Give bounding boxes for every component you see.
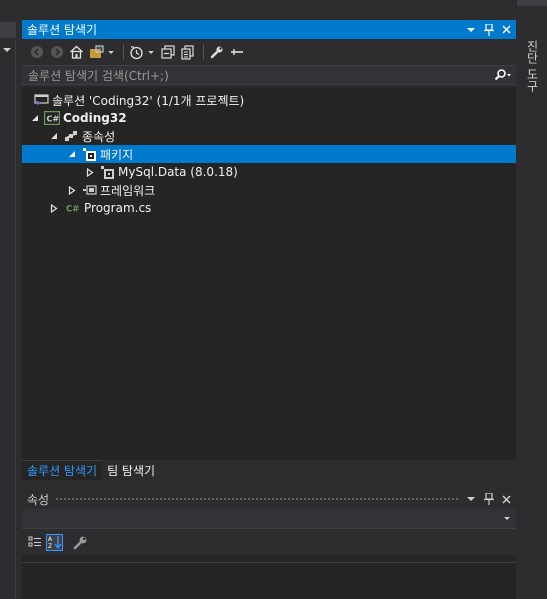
tab-team-explorer[interactable]: 팀 탐색기 <box>102 460 160 480</box>
editor-edge <box>0 0 16 599</box>
properties-panel: 속성 AZ <box>22 489 516 599</box>
object-selector-dropdown[interactable] <box>22 509 516 529</box>
alphabetical-sort-icon[interactable]: AZ <box>46 533 63 551</box>
properties-toolbar: AZ <box>22 529 516 555</box>
pin-icon[interactable] <box>482 492 496 506</box>
solution-tree: 솔루션 'Coding32' (1/1개 프로젝트) C# Coding32 종… <box>22 87 516 480</box>
expanded-triangle-icon[interactable] <box>30 113 40 123</box>
preview-selected-items-icon[interactable] <box>228 44 245 61</box>
svg-text:Z: Z <box>48 543 52 549</box>
home-icon[interactable] <box>68 44 85 61</box>
tree-item-label: 종속성 <box>82 129 116 144</box>
chevron-down-icon <box>3 48 11 52</box>
solution-explorer-titlebar: 솔루션 탐색기 <box>22 20 516 39</box>
chevron-down-icon[interactable] <box>148 50 154 54</box>
window-position-dropdown-icon[interactable] <box>467 497 475 501</box>
package-icon <box>81 146 97 162</box>
svg-text:A: A <box>48 536 53 543</box>
solution-explorer-panel: 솔루션 탐색기 솔루션 탐색기 검색(Ctrl+;) <box>22 20 516 85</box>
properties-wrench-icon[interactable] <box>208 44 225 61</box>
divider <box>15 40 16 599</box>
tab-solution-explorer[interactable]: 솔루션 탐색기 <box>22 460 103 480</box>
collapsed-triangle-icon[interactable] <box>85 167 95 177</box>
window-position-dropdown-icon[interactable] <box>467 27 475 32</box>
close-icon[interactable] <box>499 492 513 506</box>
diagnostic-tools-tab[interactable]: 진단 도구 <box>523 40 541 100</box>
properties-titlebar: 속성 <box>22 489 516 509</box>
titlebar-grip <box>55 496 459 502</box>
property-pages-wrench-icon[interactable] <box>72 534 89 551</box>
panel-title: 속성 <box>27 492 50 507</box>
csharp-project-icon: C# <box>44 110 60 126</box>
collapse-all-icon[interactable] <box>159 44 176 61</box>
switch-views-icon[interactable] <box>88 44 105 61</box>
pin-icon[interactable] <box>482 23 496 37</box>
tree-item-packages[interactable]: 패키지 <box>22 145 516 163</box>
tree-item-label: Coding32 <box>63 111 127 125</box>
tree-item-frameworks[interactable]: 프레임워크 <box>22 181 516 199</box>
toolbar-separator <box>123 44 124 60</box>
chevron-down-icon[interactable] <box>108 50 114 54</box>
solution-explorer-toolbar <box>22 39 516 65</box>
svg-text:C#: C# <box>47 115 60 124</box>
show-all-files-icon[interactable] <box>179 44 196 61</box>
close-icon[interactable] <box>499 23 513 37</box>
property-grid <box>22 562 516 599</box>
expanded-triangle-icon[interactable] <box>49 131 59 141</box>
tree-item-label: MySql.Data (8.0.18) <box>118 165 238 179</box>
tree-item-label: 패키지 <box>100 147 134 162</box>
categorized-icon[interactable] <box>26 534 43 551</box>
pending-changes-filter-icon[interactable] <box>128 44 145 61</box>
tree-item-package-mysql[interactable]: MySql.Data (8.0.18) <box>22 163 516 181</box>
solution-icon <box>33 92 49 108</box>
package-icon <box>99 164 115 180</box>
back-icon[interactable] <box>28 44 45 61</box>
expanded-triangle-icon[interactable] <box>67 149 77 159</box>
right-tool-strip: 진단 도구 <box>517 0 547 599</box>
strip-top-block <box>517 0 547 6</box>
csharp-file-icon: C# <box>65 200 81 216</box>
panel-title: 솔루션 탐색기 <box>27 23 98 37</box>
toolbar-separator <box>203 44 204 60</box>
editor-tab-dropdown[interactable] <box>0 22 16 52</box>
collapsed-triangle-icon[interactable] <box>67 185 77 195</box>
dependencies-icon <box>63 128 79 144</box>
search-input[interactable]: 솔루션 탐색기 검색(Ctrl+;) <box>28 67 494 84</box>
tree-item-label: 프레임워크 <box>100 183 156 198</box>
forward-icon[interactable] <box>48 44 65 61</box>
tree-item-program-cs[interactable]: C# Program.cs <box>22 199 516 217</box>
chevron-down-icon <box>504 517 510 520</box>
tree-item-label: 솔루션 'Coding32' (1/1개 프로젝트) <box>52 93 245 108</box>
tree-item-project[interactable]: C# Coding32 <box>22 109 516 127</box>
solution-explorer-search[interactable]: 솔루션 탐색기 검색(Ctrl+;) <box>22 65 516 85</box>
explorer-bottom-tabs: 솔루션 탐색기 팀 탐색기 <box>22 460 516 480</box>
tree-item-solution[interactable]: 솔루션 'Coding32' (1/1개 프로젝트) <box>22 91 516 109</box>
collapsed-triangle-icon[interactable] <box>49 203 59 213</box>
tree-item-label: Program.cs <box>84 201 152 215</box>
svg-text:C#: C# <box>66 205 79 215</box>
tree-item-dependencies[interactable]: 종속성 <box>22 127 516 145</box>
framework-icon <box>81 182 97 198</box>
search-icon[interactable] <box>494 69 516 81</box>
